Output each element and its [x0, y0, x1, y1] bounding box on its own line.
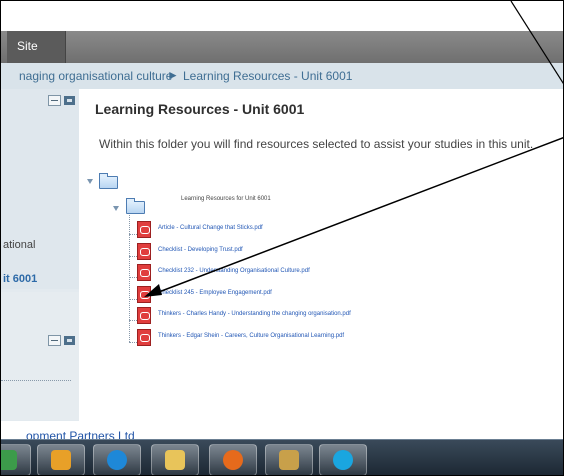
outlook-icon — [51, 450, 71, 470]
file-item[interactable]: Checklist - Developing Trust.pdf — [137, 243, 557, 260]
file-link[interactable]: Checklist - Developing Trust.pdf — [158, 247, 243, 253]
file-explorer-icon — [165, 450, 185, 470]
taskbar-button[interactable] — [37, 444, 85, 475]
pdf-icon — [137, 221, 151, 238]
collapse-icon[interactable] — [48, 335, 61, 346]
breadcrumb-separator-icon: ► — [167, 68, 179, 82]
file-item[interactable]: Checklist 232 - Understanding Organisati… — [137, 264, 557, 281]
breadcrumb-current[interactable]: Learning Resources - Unit 6001 — [183, 69, 352, 83]
sidebar-block-navigation: ational it 6001 — [1, 89, 79, 289]
tree-line — [129, 256, 137, 257]
file-link[interactable]: Thinkers - Edgar Shein - Careers, Cultur… — [158, 333, 344, 339]
file-link[interactable]: Checklist 232 - Understanding Organisati… — [158, 268, 310, 274]
breadcrumb-parent-link[interactable]: naging organisational culture — [19, 69, 172, 83]
skype-icon — [333, 450, 353, 470]
site-tab[interactable]: Site — [7, 31, 66, 63]
collapse-icon[interactable] — [48, 95, 61, 106]
taskbar-button[interactable] — [151, 444, 199, 475]
breadcrumb: naging organisational culture ► Learning… — [1, 63, 563, 90]
subfolder-icon[interactable] — [126, 198, 145, 214]
page-title: Learning Resources - Unit 6001 — [95, 101, 305, 117]
file-link[interactable]: Checklist 245 - Employee Engagement.pdf — [158, 290, 272, 296]
pdf-icon — [137, 264, 151, 281]
windows-taskbar — [1, 439, 563, 475]
subfolder-label[interactable]: Learning Resources for Unit 6001 — [181, 196, 271, 202]
site-tab-label: Site — [17, 39, 38, 53]
taskbar-button[interactable] — [93, 444, 141, 475]
pdf-icon — [137, 307, 151, 324]
pdf-icon — [137, 286, 151, 303]
screenshot-frame: Site naging organisational culture ► Lea… — [0, 0, 564, 476]
file-item[interactable]: Article - Cultural Change that Sticks.pd… — [137, 221, 557, 238]
taskbar-button[interactable] — [265, 444, 313, 475]
sidebar-block-secondary — [1, 292, 79, 420]
footer-company: opment Partners Ltd — [1, 421, 563, 443]
file-item[interactable]: Thinkers - Edgar Shein - Careers, Cultur… — [137, 329, 557, 346]
file-link[interactable]: Thinkers - Charles Handy - Understanding… — [158, 311, 351, 317]
network-icon — [279, 450, 299, 470]
folder-description: Within this folder you will find resourc… — [99, 137, 534, 151]
taskbar-button[interactable] — [1, 444, 31, 475]
tree-line — [129, 234, 137, 235]
sidebar-unit-link[interactable]: it 6001 — [3, 273, 37, 285]
top-navigation-bar: Site — [1, 31, 563, 63]
taskbar-button[interactable] — [209, 444, 257, 475]
taskbar-button[interactable] — [319, 444, 367, 475]
dock-icon[interactable] — [64, 336, 75, 345]
file-item[interactable]: Thinkers - Charles Handy - Understanding… — [137, 307, 557, 324]
file-item[interactable]: Checklist 245 - Employee Engagement.pdf — [137, 286, 557, 303]
pdf-icon — [137, 329, 151, 346]
root-folder-icon[interactable] — [99, 173, 118, 189]
pdf-icon — [137, 243, 151, 260]
sidebar-label: ational — [3, 239, 36, 251]
skype-like-icon — [1, 450, 17, 470]
tree-line — [129, 299, 137, 300]
tree-line — [129, 277, 137, 278]
internet-explorer-icon — [107, 450, 127, 470]
expand-toggle-icon[interactable] — [113, 206, 119, 211]
main-content: Learning Resources - Unit 6001 Within th… — [79, 89, 563, 421]
tree-line — [129, 320, 137, 321]
tree-line — [129, 342, 137, 343]
firefox-icon — [223, 450, 243, 470]
sidebar-divider — [1, 380, 71, 381]
left-sidebar: ational it 6001 — [1, 89, 79, 421]
dock-icon[interactable] — [64, 96, 75, 105]
file-link[interactable]: Article - Cultural Change that Sticks.pd… — [158, 225, 263, 231]
expand-toggle-icon[interactable] — [87, 179, 93, 184]
